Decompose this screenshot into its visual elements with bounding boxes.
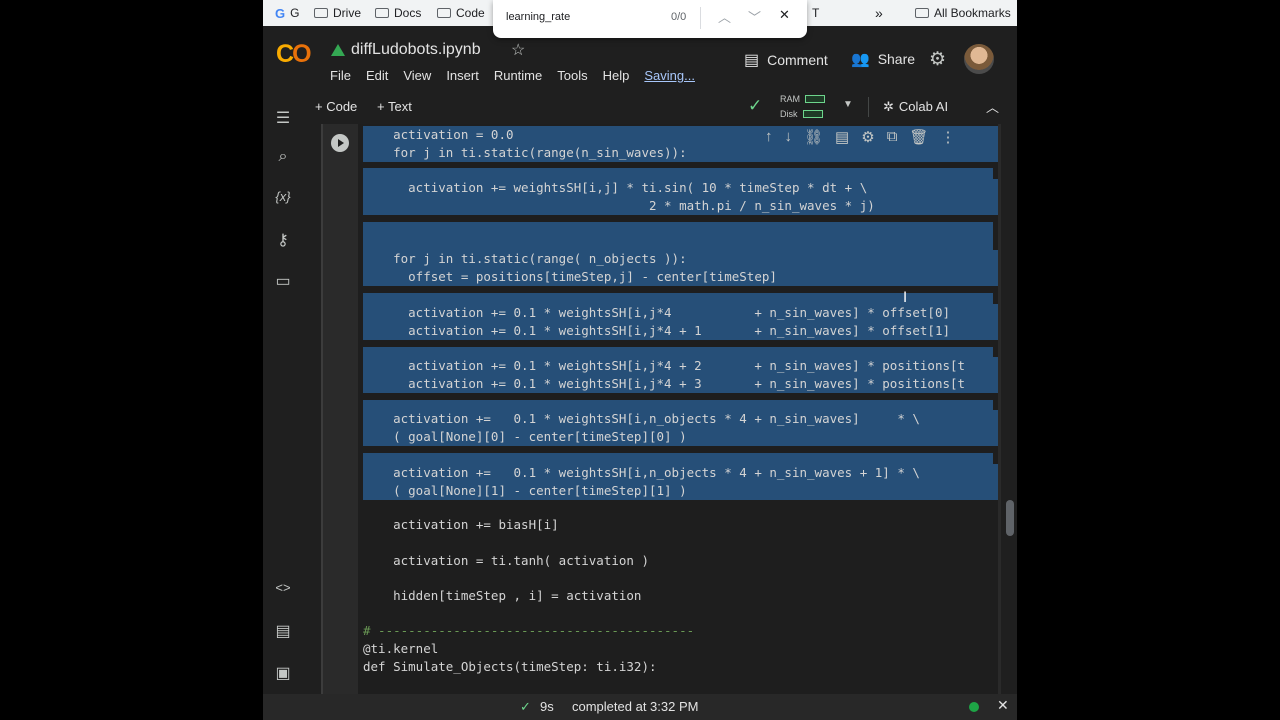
saving-status[interactable]: Saving...: [644, 68, 695, 83]
menu-runtime[interactable]: Runtime: [494, 68, 542, 83]
chevron-up-icon[interactable]: ︿: [986, 97, 999, 116]
star-icon[interactable]: ☆: [511, 40, 525, 60]
execution-duration: 9s: [540, 699, 554, 714]
menu-bar: File Edit View Insert Runtime Tools Help…: [330, 68, 695, 83]
code-line: activation = ti.tanh( activation ): [363, 553, 649, 568]
folder-icon: [375, 8, 389, 18]
execution-status[interactable]: completed at 3:32 PM: [572, 699, 698, 714]
scrollbar[interactable]: [1006, 500, 1014, 536]
search-icon[interactable]: ⌕: [273, 148, 293, 168]
code-line: activation += 0.1 * weightsSH[i,j*4 + 1 …: [363, 322, 998, 340]
link-icon[interactable]: ⛓: [804, 128, 823, 152]
drive-icon: [331, 44, 345, 56]
code-line: activation += 0.1 * weightsSH[i,j*4 + n_…: [363, 304, 998, 322]
bookmarks-overflow-button[interactable]: »: [875, 5, 883, 21]
bookmark-t[interactable]: T: [812, 5, 819, 21]
gear-icon[interactable]: ⚙: [929, 48, 946, 71]
bookmark-drive[interactable]: Drive: [314, 5, 361, 21]
menu-help[interactable]: Help: [603, 68, 630, 83]
menu-view[interactable]: View: [403, 68, 431, 83]
folder-icon: [437, 8, 451, 18]
code-line: hidden[timeStep , i] = activation: [363, 588, 642, 603]
run-cell-button[interactable]: [331, 134, 349, 152]
colab-ai-button[interactable]: ✲ Colab AI: [883, 99, 948, 115]
table-of-contents-icon[interactable]: ☰: [273, 108, 293, 128]
code-line: @ti.kernel: [363, 641, 439, 656]
close-icon[interactable]: ✕: [997, 697, 1009, 714]
bookmark-code[interactable]: Code: [437, 5, 485, 21]
add-code-button[interactable]: + Code: [315, 99, 357, 114]
selection: [363, 222, 993, 240]
notebook-toolbar: + Code + Text ✓ RAM Disk ▼ ✲ Colab AI ︿: [263, 90, 1017, 124]
code-line: activation += 0.1 * weightsSH[i,n_object…: [363, 464, 998, 482]
folder-icon: [314, 8, 328, 18]
close-icon[interactable]: ✕: [779, 7, 790, 23]
code-line: 2 * math.pi / n_sin_waves * j): [363, 197, 998, 215]
sparkle-icon: ✲: [883, 99, 894, 114]
colab-logo[interactable]: CO: [276, 40, 312, 69]
text-cursor-icon: I: [903, 290, 908, 306]
more-vert-icon[interactable]: ⋮: [940, 128, 955, 152]
chevron-down-icon[interactable]: ﹀: [748, 7, 761, 26]
people-icon: 👥: [851, 51, 870, 68]
ram-indicator[interactable]: RAM: [780, 94, 825, 104]
key-icon[interactable]: ⚷: [273, 230, 293, 250]
code-line: ( goal[None][1] - center[timeStep][1] ): [363, 482, 998, 500]
share-button[interactable]: 👥 Share: [851, 50, 915, 68]
trash-icon[interactable]: 🗑: [909, 128, 928, 152]
cell-toolbar: ↑ ↓ ⛓ ▤ ⚙ ⧉ 🗑 ⋮: [765, 128, 997, 152]
notebook-title[interactable]: diffLudobots.ipynb: [331, 41, 481, 59]
notebook-header: CO diffLudobots.ipynb ☆ File Edit View I…: [263, 26, 1017, 90]
code-line: for j in ti.static(range( n_objects )):: [363, 250, 998, 268]
code-line: def Simulate_Objects(timeStep: ti.i32):: [363, 659, 657, 674]
bookmark-google[interactable]: G G: [275, 5, 299, 21]
comment-button[interactable]: ▤ Comment: [744, 50, 828, 70]
all-bookmarks-button[interactable]: All Bookmarks: [915, 5, 1011, 21]
gear-icon[interactable]: ⚙: [861, 128, 874, 152]
code-line: activation += 0.1 * weightsSH[i,j*4 + 3 …: [363, 375, 998, 393]
connection-status-dot: [969, 702, 979, 712]
disk-indicator[interactable]: Disk: [780, 109, 823, 119]
code-snippets-icon[interactable]: <>: [273, 580, 293, 600]
folder-icon: [915, 8, 929, 18]
comment-icon: ▤: [744, 52, 760, 69]
code-line: activation += biasH[i]: [363, 517, 559, 532]
arrow-down-icon[interactable]: ↓: [785, 128, 793, 152]
left-rail: ☰ ⌕ {x} ⚷ ▭ <> ▤ ▣: [263, 90, 303, 720]
folder-icon[interactable]: ▭: [273, 271, 293, 291]
comment-icon[interactable]: ▤: [835, 128, 849, 152]
find-input[interactable]: learning_rate: [506, 11, 570, 23]
google-icon: G: [275, 5, 286, 21]
code-line: activation += 0.1 * weightsSH[i,j*4 + 2 …: [363, 357, 998, 375]
code-comment-line: # --------------------------------------…: [363, 623, 695, 638]
chevron-up-icon[interactable]: ︿: [718, 7, 731, 26]
toolbar-divider: [868, 97, 869, 117]
code-line: ( goal[None][0] - center[timeStep][0] ): [363, 428, 998, 446]
variables-icon[interactable]: {x}: [273, 189, 293, 209]
command-palette-icon[interactable]: ▤: [273, 621, 293, 641]
arrow-up-icon[interactable]: ↑: [765, 128, 773, 152]
check-icon: ✓: [520, 699, 531, 714]
mirror-cell-icon[interactable]: ⧉: [887, 128, 898, 152]
status-bar: ✓ 9s completed at 3:32 PM ✕: [263, 694, 1017, 720]
avatar[interactable]: [964, 44, 994, 74]
find-match-count: 0/0: [671, 11, 687, 23]
colab-window: G G Drive Docs Code T » All Bookmarks le…: [263, 0, 1017, 720]
code-line: activation += 0.1 * weightsSH[i,n_object…: [363, 410, 998, 428]
disk-bar: [802, 110, 823, 118]
code-editor[interactable]: activation = 0.0 for j in ti.static(rang…: [358, 124, 998, 694]
menu-insert[interactable]: Insert: [446, 68, 479, 83]
code-line: activation += weightsSH[i,j] * ti.sin( 1…: [363, 179, 998, 197]
caret-down-icon[interactable]: ▼: [843, 99, 853, 110]
menu-tools[interactable]: Tools: [557, 68, 587, 83]
menu-file[interactable]: File: [330, 68, 351, 83]
bookmark-docs[interactable]: Docs: [375, 5, 421, 21]
terminal-icon[interactable]: ▣: [273, 663, 293, 683]
add-text-button[interactable]: + Text: [377, 99, 412, 114]
code-line: offset = positions[timeStep,j] - center[…: [363, 268, 998, 286]
menu-edit[interactable]: Edit: [366, 68, 388, 83]
ram-bar: [805, 95, 825, 103]
check-icon: ✓: [748, 96, 763, 115]
